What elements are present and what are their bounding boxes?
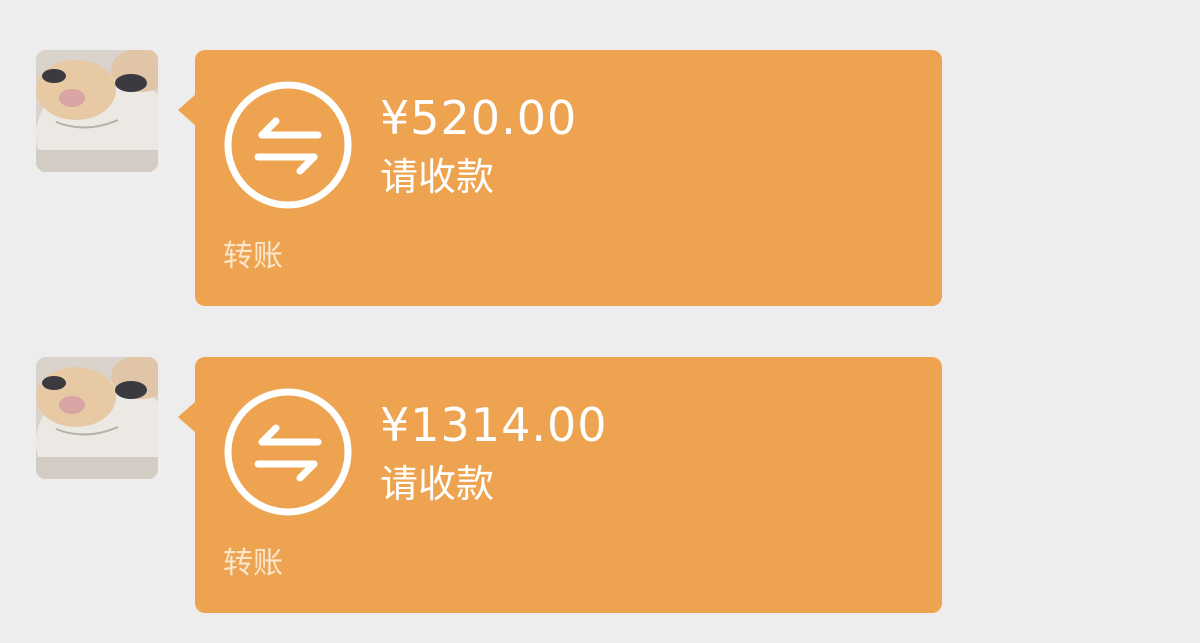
chat-message: ¥1314.00 请收款 转账 [0,355,1200,615]
cat-avatar-image [36,50,158,172]
transfer-status: 请收款 [380,462,495,506]
transfer-label: 转账 [223,546,283,581]
transfer-arrows-icon [223,387,353,517]
transfer-amount: ¥520.00 [380,91,578,145]
bubble-tail [178,401,196,433]
bubble-tail [178,94,196,126]
transfer-bubble[interactable]: ¥520.00 请收款 转账 [178,50,942,306]
cat-avatar-image [36,357,158,479]
transfer-arrows-icon [223,80,353,210]
chat-message: ¥520.00 请收款 转账 [0,48,1200,308]
transfer-amount: ¥1314.00 [380,398,608,452]
avatar[interactable] [36,357,158,479]
avatar[interactable] [36,50,158,172]
transfer-status: 请收款 [380,155,495,199]
transfer-bubble[interactable]: ¥1314.00 请收款 转账 [178,357,942,613]
transfer-label: 转账 [223,239,283,274]
